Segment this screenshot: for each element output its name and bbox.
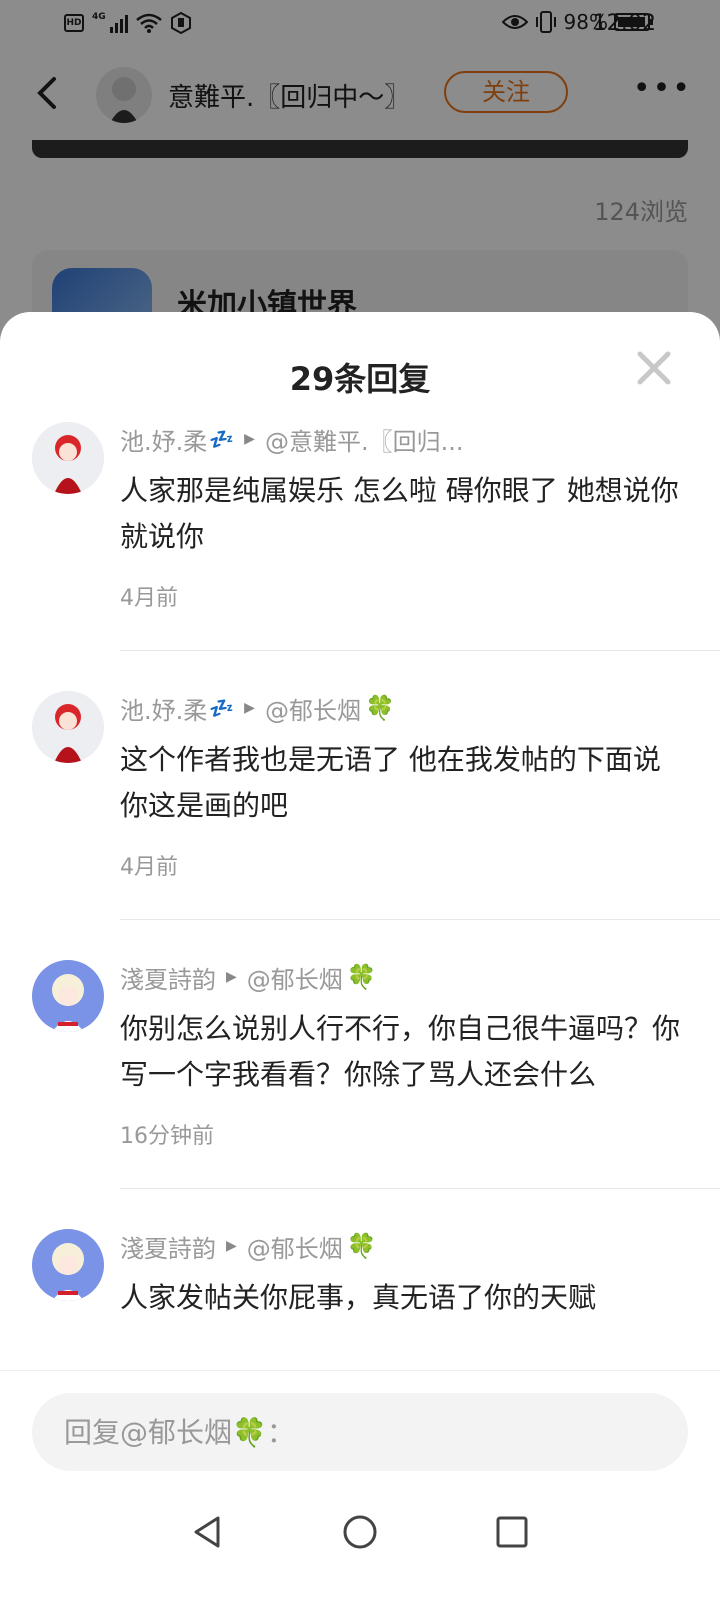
sheet-title: 29条回复 [289, 360, 431, 398]
reply-arrow-icon: ▶ [244, 700, 255, 716]
home-circle-icon[interactable] [340, 1512, 380, 1552]
zzz-icon: 💤 [209, 427, 235, 451]
reply-target[interactable]: @郁长烟 [247, 1229, 343, 1263]
clover-icon: 🍀 [346, 963, 377, 991]
reply-username[interactable]: 池.妤.柔 [120, 422, 207, 456]
avatar[interactable] [32, 691, 104, 763]
reply-target[interactable]: @郁长烟 [265, 691, 361, 725]
divider [120, 1188, 720, 1189]
avatar[interactable] [32, 960, 104, 1032]
reply-arrow-icon: ▶ [244, 431, 255, 447]
clover-icon: 🍀 [364, 694, 395, 722]
reply-text[interactable]: 这个作者我也是无语了 他在我发帖的下面说你这是画的吧 [120, 737, 688, 829]
reply-username[interactable]: 淺夏詩韵 [120, 1229, 216, 1263]
reply-text[interactable]: 你别怎么说别人行不行，你自己很牛逼吗？你写一个字我看看？你除了骂人还会什么 [120, 1006, 688, 1098]
reply-item: 淺夏詩韵 ▶ @郁长烟 🍀 你别怎么说别人行不行，你自己很牛逼吗？你写一个字我看… [0, 960, 720, 1189]
reply-time: 16分钟前 [120, 1124, 214, 1149]
clover-icon: 🍀 [346, 1232, 377, 1260]
reply-arrow-icon: ▶ [226, 969, 237, 985]
reply-arrow-icon: ▶ [226, 1238, 237, 1254]
reply-item: 池.妤.柔 💤 ▶ @郁长烟 🍀 这个作者我也是无语了 他在我发帖的下面说你这是… [0, 691, 720, 920]
reply-username[interactable]: 池.妤.柔 [120, 691, 207, 725]
reply-target[interactable]: @意難平.〖回归... [265, 422, 464, 456]
reply-target[interactable]: @郁长烟 [247, 960, 343, 994]
recents-square-icon[interactable] [492, 1512, 532, 1552]
system-nav-bar [0, 1490, 720, 1600]
replies-sheet: 29条回复 池.妤.柔 💤 ▶ @意難平.〖回归... 人家那是纯属娱乐 怎么啦… [0, 312, 720, 1600]
reply-time: 4月前 [120, 586, 178, 611]
divider [120, 650, 720, 651]
reply-username[interactable]: 淺夏詩韵 [120, 960, 216, 994]
avatar[interactable] [32, 1229, 104, 1301]
zzz-icon: 💤 [209, 696, 235, 720]
divider [120, 919, 720, 920]
reply-text[interactable]: 人家发帖关你屁事，真无语了你的天赋 [120, 1275, 688, 1321]
reply-input[interactable] [32, 1393, 688, 1471]
reply-item: 淺夏詩韵 ▶ @郁长烟 🍀 人家发帖关你屁事，真无语了你的天赋 [0, 1229, 720, 1321]
reply-time: 4月前 [120, 855, 178, 880]
reply-list: 池.妤.柔 💤 ▶ @意難平.〖回归... 人家那是纯属娱乐 怎么啦 碍你眼了 … [0, 422, 720, 1382]
close-icon [637, 351, 671, 385]
reply-text[interactable]: 人家那是纯属娱乐 怎么啦 碍你眼了 她想说你就说你 [120, 468, 688, 560]
back-triangle-icon[interactable] [188, 1512, 228, 1552]
close-button[interactable] [632, 346, 676, 390]
avatar[interactable] [32, 422, 104, 494]
reply-item: 池.妤.柔 💤 ▶ @意難平.〖回归... 人家那是纯属娱乐 怎么啦 碍你眼了 … [0, 422, 720, 651]
